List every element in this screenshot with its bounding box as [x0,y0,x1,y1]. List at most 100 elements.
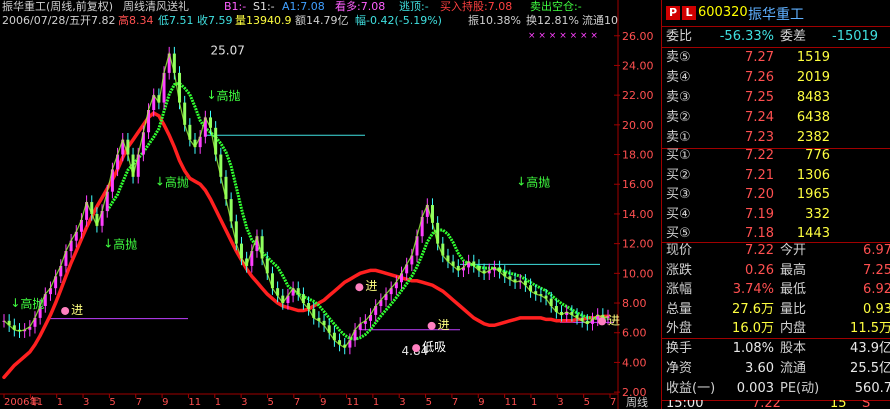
y-tick-label: 6.00 [622,327,647,340]
weicha-value: -15019 [832,29,879,44]
buy-signal-icon [61,306,70,315]
info-close: 收7.59 [197,13,233,27]
fund-row[interactable]: 收益(一) 0.003 PE(动) 560.7 [662,379,890,399]
ask-row[interactable]: 卖③ 7.25 8483 [662,88,890,108]
ask-price: 7.26 [745,70,774,85]
stat-label-1: 现价 [666,243,693,258]
indicator-s1: S1:- [253,0,275,13]
ask-label: 卖① [666,130,691,145]
fund-label-1: 净资 [666,361,693,376]
ask-volume: 2019 [796,70,830,85]
fund-label-2: PE(动) [780,381,820,396]
ask-volume: 1519 [796,50,830,65]
quote-header: P L 600320 振华重工 [662,0,890,27]
x-tick-label: 9 [478,397,484,408]
bid-row[interactable]: 买② 7.21 1306 [662,166,890,186]
indicator-a1: A1:7.08 [282,0,325,13]
indicator-name[interactable]: 周线清风送礼 [123,0,189,13]
fund-value-1: 0.003 [736,381,774,396]
y-tick-label: 26.00 [622,30,654,43]
period-label[interactable]: 周线 [626,395,648,409]
fund-row[interactable]: 净资 3.60 流通 25.5亿 [662,359,890,379]
y-tick-label: 14.00 [622,208,654,221]
stat-label-2: 最低 [780,282,807,297]
indicator-taoding: 逃顶:- [399,0,429,13]
chart-title: 振华重工(周线,前复权) [2,0,113,13]
bid-price: 7.21 [745,167,774,183]
info-amount: 额14.79亿 [295,14,349,27]
x-tick-label: 11 [505,397,518,408]
ask-volume: 2382 [796,130,830,145]
weibi-value: -56.33% [719,29,774,44]
stat-label-2: 内盘 [780,321,807,336]
bid-row[interactable]: 买① 7.22 776 [662,146,890,166]
stat-row[interactable]: 外盘 16.0万 内盘 11.5万 [662,319,890,339]
ask-row[interactable]: 卖④ 7.26 2019 [662,68,890,88]
buy-signal-icon [412,344,421,353]
chart-annotation: 高抛 [113,237,137,252]
ask-price: 7.27 [745,50,774,65]
x-tick-label: 7 [452,397,458,408]
x-tick-label: 3 [83,397,89,408]
weicha-label: 委差 [780,29,807,44]
buy-signal-icon [427,321,436,330]
stat-value-2: 7.25 [863,262,890,278]
tick-price: 7.22 [752,400,781,409]
info-vol: 量13940.9 [235,14,292,27]
stat-row[interactable]: 现价 7.22 今开 6.97 [662,241,890,261]
fund-value-2: 43.9亿 [850,341,890,356]
stat-row[interactable]: 涨跌 0.26 最高 7.25 [662,261,890,281]
chart-annotation: 低吸 [422,340,446,354]
bid-row[interactable]: 买④ 7.19 332 [662,205,890,225]
ask-row[interactable]: 卖⑤ 7.27 1519 [662,48,890,68]
quote-panel: P L 600320 振华重工 委比 -56.33% 委差 -15019 15:… [661,0,890,409]
ask-label: 卖④ [666,70,691,85]
fund-row[interactable]: 换手 1.08% 股本 43.9亿 [662,339,890,359]
ask-label: 卖⑤ [666,50,691,65]
stat-value-2: 11.5万 [850,321,890,336]
x-tick-label: 5 [109,397,115,408]
indicator-maichu: 卖出空仓:- [530,0,582,13]
chart-annotation: 25.07 [210,44,244,58]
y-tick-label: 12.00 [622,238,654,251]
stat-label-2: 最高 [780,262,807,278]
chart-annotation: 高抛 [526,174,550,189]
stat-row[interactable]: 涨幅 3.74% 最低 6.92 [662,280,890,300]
bid-volume: 776 [805,148,830,163]
chart-annotation: 进 [71,303,83,317]
x-tick-label: 11 [347,397,360,408]
indicator-kanduo: 看多:7.08 [335,0,385,13]
chart-annotation: 进 [608,313,620,327]
ask-row[interactable]: 卖② 7.24 6438 [662,108,890,128]
bid-price: 7.20 [745,187,774,202]
ask-volume: 8483 [796,90,830,105]
y-tick-label: 22.00 [622,89,654,102]
y-tick-label: 20.00 [622,119,654,132]
y-tick-label: 16.00 [622,178,654,191]
x-tick-label: 9 [320,397,326,408]
ask-row[interactable]: 卖① 7.23 2382 [662,128,890,148]
stat-value-1: 7.22 [745,243,774,258]
x-tick-label: 1 [373,397,379,408]
stat-label-1: 总量 [666,301,693,317]
marker-row: × × × × × × × [528,31,598,41]
bid-row[interactable]: 买③ 7.20 1965 [662,185,890,205]
ask-price: 7.25 [745,90,774,105]
bid-label: 买② [666,167,691,183]
stat-value-1: 3.74% [732,282,774,297]
stat-value-1: 27.6万 [732,301,774,317]
buy-signal-icon [598,317,606,326]
x-tick-label: 11 [188,397,201,408]
ask-label: 卖② [666,110,691,125]
stock-name[interactable]: 振华重工 [748,4,804,24]
bid-volume: 332 [805,206,830,222]
kline-chart[interactable]: 25.074.84↓高抛↓高抛↓高抛↓高抛↓高抛进进低吸进进 26.0024.0… [0,0,660,409]
arrow-down-icon: ↓ [155,174,165,188]
y-tick-label: 18.00 [622,149,654,162]
fund-value-1: 1.08% [732,341,774,356]
ask-label: 卖③ [666,90,691,105]
info-change: 幅-0.42(-5.19%) [355,14,442,27]
stat-row[interactable]: 总量 27.6万 量比 0.93 [662,300,890,320]
stat-label-1: 涨幅 [666,282,693,297]
bid-volume: 1306 [796,167,830,183]
